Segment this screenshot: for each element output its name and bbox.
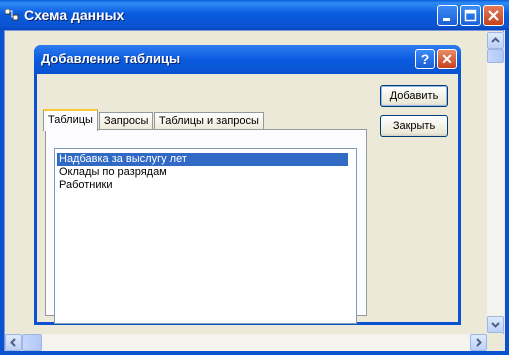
dialog-body: Таблицы Запросы Таблицы и запросы Надбав… (37, 74, 458, 324)
scroll-right-button[interactable] (470, 334, 487, 351)
vertical-scroll-thumb[interactable] (487, 49, 504, 63)
tables-listbox[interactable]: Надбавка за выслугу лет Оклады по разряд… (54, 148, 357, 324)
dialog-title: Добавление таблицы (41, 51, 181, 66)
help-icon: ? (420, 51, 430, 67)
list-item-label: Надбавка за выслугу лет (59, 153, 187, 165)
maximize-icon (464, 9, 477, 22)
vertical-scrollbar[interactable] (487, 32, 504, 333)
tab-label: Запросы (104, 115, 149, 127)
close-icon: ✕ (441, 51, 453, 67)
chevron-left-icon (10, 338, 16, 347)
tab-queries[interactable]: Запросы (99, 112, 154, 130)
scrollbar-corner (487, 334, 504, 351)
list-item[interactable]: Надбавка за выслугу лет (57, 153, 348, 166)
close-dialog-button[interactable]: Закрыть (380, 115, 448, 137)
scroll-down-button[interactable] (487, 316, 504, 333)
relationships-icon (5, 9, 19, 21)
list-item-label: Работники (59, 179, 113, 191)
chevron-down-icon (491, 322, 500, 328)
add-table-dialog: Добавление таблицы ? ✕ Таблицы Запросы Т… (34, 45, 461, 325)
horizontal-scroll-thumb[interactable] (22, 334, 42, 351)
scroll-up-button[interactable] (487, 32, 504, 49)
tab-label: Таблицы и запросы (159, 115, 259, 127)
dialog-close-button[interactable]: ✕ (437, 49, 457, 69)
chevron-up-icon (491, 37, 500, 43)
close-icon (488, 10, 499, 21)
help-button[interactable]: ? (415, 49, 435, 69)
horizontal-scrollbar[interactable] (5, 334, 487, 351)
minimize-icon (443, 18, 450, 21)
list-item-label: Оклады по разрядам (59, 166, 167, 178)
close-button[interactable] (483, 5, 504, 26)
tab-tables[interactable]: Таблицы (43, 109, 98, 131)
add-button[interactable]: Добавить (380, 85, 448, 107)
dialog-titlebar[interactable]: Добавление таблицы ? ✕ (34, 45, 461, 74)
minimize-button[interactable] (437, 5, 458, 26)
chevron-right-icon (476, 338, 482, 347)
window-title: Схема данных (24, 7, 125, 23)
list-item[interactable]: Оклады по разрядам (57, 166, 169, 179)
maximize-button[interactable] (460, 5, 481, 26)
scroll-left-button[interactable] (5, 334, 22, 351)
tab-label: Таблицы (48, 114, 93, 126)
list-item[interactable]: Работники (57, 179, 114, 192)
tab-tables-and-queries[interactable]: Таблицы и запросы (154, 112, 264, 130)
window-titlebar[interactable]: Схема данных (0, 0, 509, 30)
